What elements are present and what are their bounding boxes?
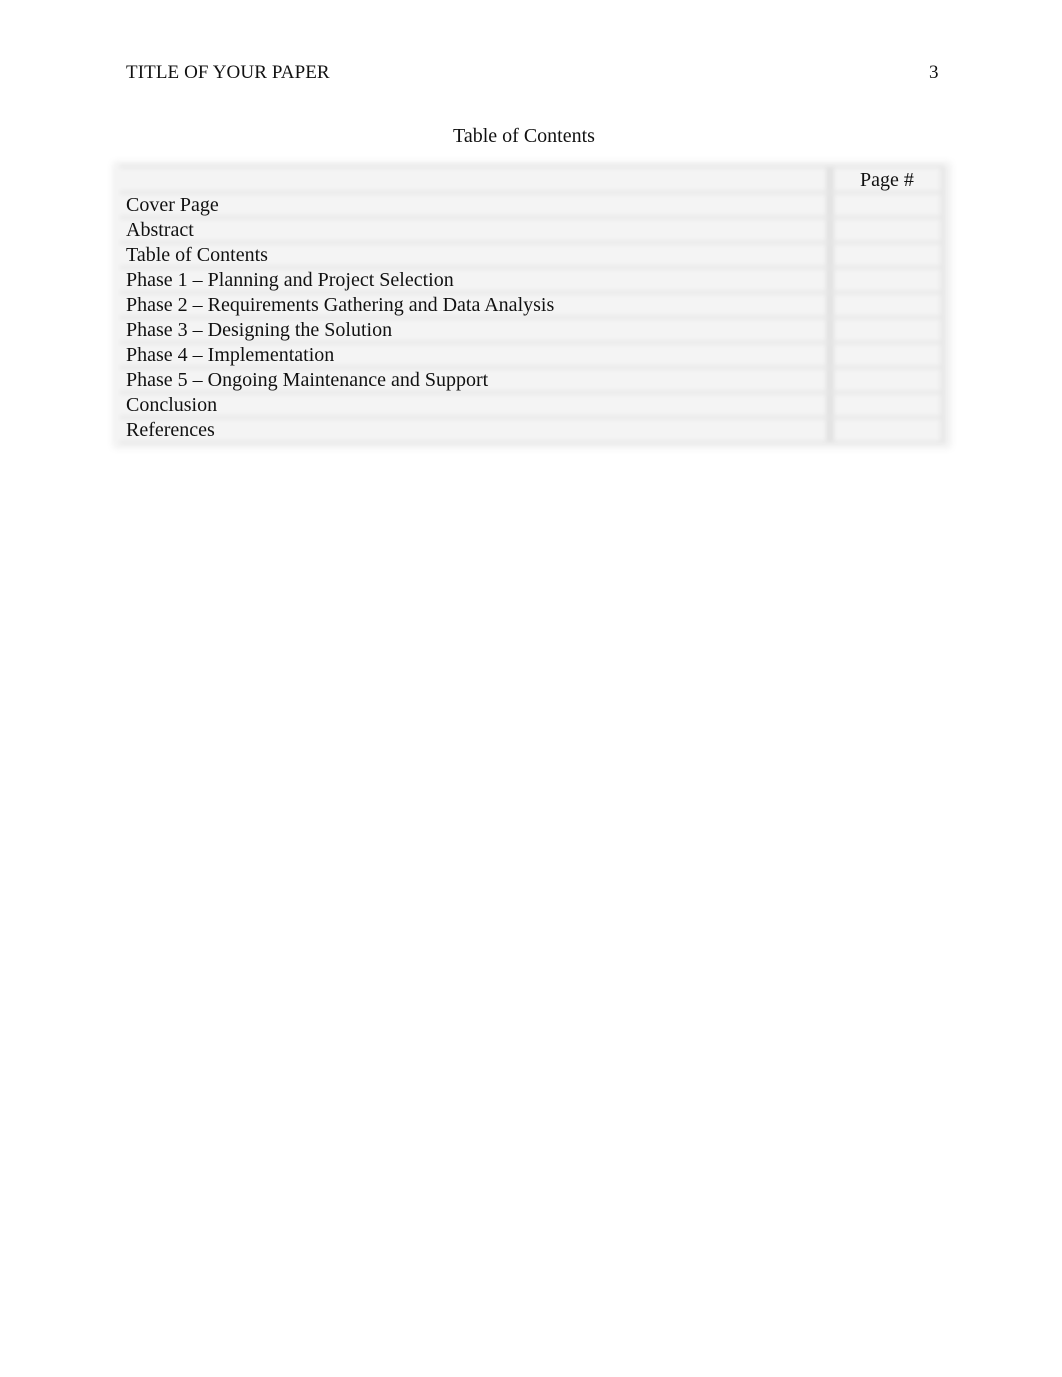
toc-row: Abstract bbox=[126, 218, 950, 243]
toc-entry-title: Conclusion bbox=[126, 394, 218, 416]
toc-row: References bbox=[126, 418, 950, 443]
toc-entry-title: Cover Page bbox=[126, 194, 219, 216]
toc-row: Conclusion bbox=[126, 393, 950, 418]
toc-row: Phase 3 – Designing the Solution bbox=[126, 318, 950, 343]
page-number: 3 bbox=[929, 62, 939, 83]
toc-row: Cover Page bbox=[126, 193, 950, 218]
toc-row: Phase 1 – Planning and Project Selection bbox=[126, 268, 950, 293]
toc-header-page: Page # bbox=[860, 169, 914, 191]
toc-entry-title: Phase 3 – Designing the Solution bbox=[126, 319, 393, 341]
running-head: TITLE OF YOUR PAPER bbox=[126, 62, 330, 83]
toc-table: Page # Cover Page Abstract Table of Cont… bbox=[126, 168, 950, 443]
toc-header-row: Page # bbox=[126, 168, 950, 193]
toc-entry-title: Phase 2 – Requirements Gathering and Dat… bbox=[126, 294, 555, 316]
toc-title: Table of Contents bbox=[453, 125, 595, 147]
toc-entry-title: Phase 5 – Ongoing Maintenance and Suppor… bbox=[126, 369, 489, 391]
toc-row: Phase 2 – Requirements Gathering and Dat… bbox=[126, 293, 950, 318]
toc-row: Table of Contents bbox=[126, 243, 950, 268]
toc-entry-title: Phase 1 – Planning and Project Selection bbox=[126, 269, 454, 291]
toc-entry-title: References bbox=[126, 419, 215, 441]
toc-row: Phase 5 – Ongoing Maintenance and Suppor… bbox=[126, 368, 950, 393]
toc-entry-title: Abstract bbox=[126, 219, 194, 241]
toc-entry-title: Phase 4 – Implementation bbox=[126, 344, 335, 366]
toc-row: Phase 4 – Implementation bbox=[126, 343, 950, 368]
toc-entry-title: Table of Contents bbox=[126, 244, 268, 266]
